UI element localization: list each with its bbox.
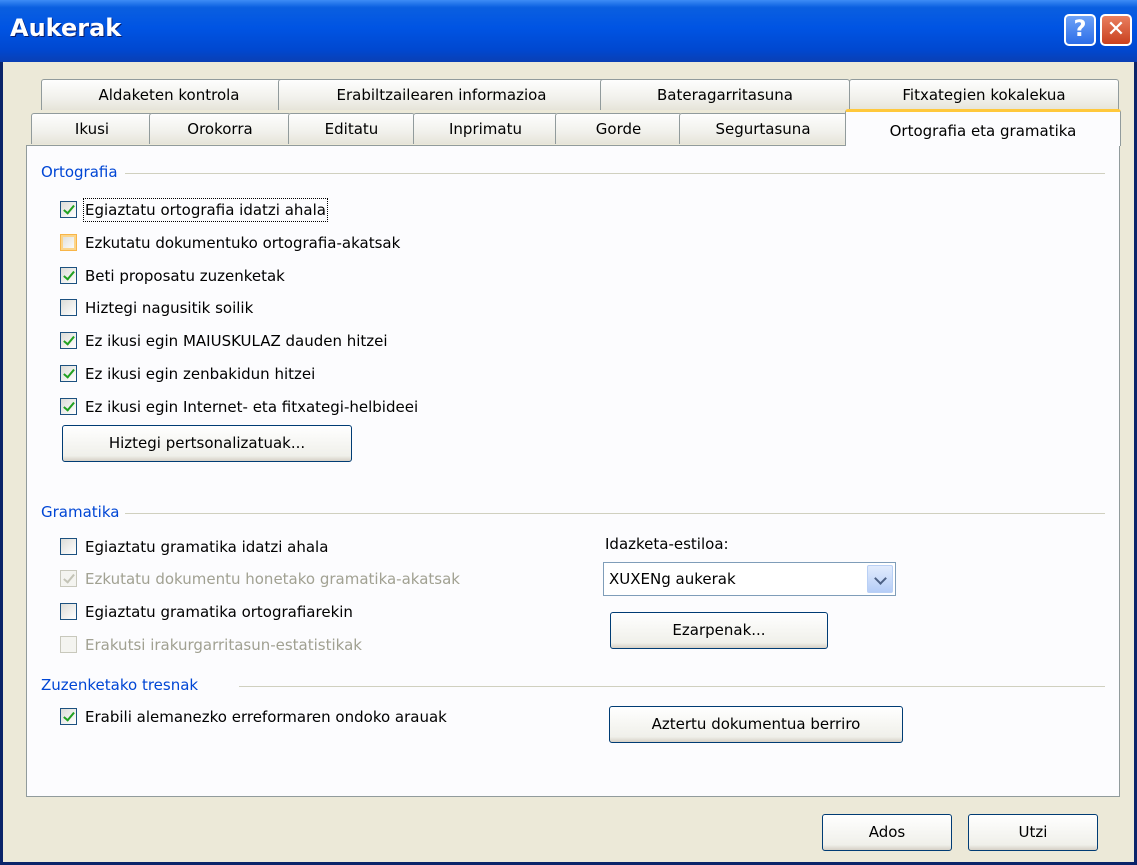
checkbox-box[interactable] (60, 299, 77, 316)
help-button[interactable]: ? (1064, 14, 1096, 46)
recheck-document-button[interactable]: Aztertu dokumentua berriro (609, 706, 903, 743)
tab-segurtasuna[interactable]: Segurtasuna (679, 113, 847, 144)
checkbox-label: Ezkutatu dokumentuko ortografia-akatsak (85, 234, 401, 252)
tab-ikusi[interactable]: Ikusi (31, 113, 153, 144)
custom-dictionaries-button[interactable]: Hiztegi pertsonalizatuak... (62, 425, 352, 462)
checkbox-label: Egiaztatu gramatika ortografiarekin (85, 603, 353, 621)
checkbox-label: Beti proposatu zuzenketak (85, 267, 285, 285)
tab-ortografia-eta-gramatika[interactable]: Ortografia eta gramatika (845, 109, 1121, 146)
checkbox-box[interactable] (60, 538, 77, 555)
section-divider (125, 173, 1105, 174)
checkbox-box[interactable] (60, 234, 77, 251)
tab-editatu[interactable]: Editatu (288, 113, 415, 144)
checkbox-box[interactable] (60, 365, 77, 382)
section-title-gramatika: Gramatika (41, 503, 120, 521)
checkbox-box[interactable] (60, 398, 77, 415)
tab-orokorra[interactable]: Orokorra (149, 113, 291, 144)
tab-inprimatu[interactable]: Inprimatu (413, 113, 558, 144)
checkbox-label: Egiaztatu gramatika idatzi ahala (85, 538, 329, 556)
settings-button[interactable]: Ezarpenak... (610, 612, 828, 649)
tab-row-back: Aldaketen kontrola Erabiltzailearen info… (23, 79, 1123, 110)
tab-erabiltzailearen-informazioa[interactable]: Erabiltzailearen informazioa (278, 79, 605, 110)
checkbox-box (60, 570, 77, 587)
checkbox-box[interactable] (60, 708, 77, 725)
tab-gorde[interactable]: Gorde (555, 113, 682, 144)
section-title-tresnak: Zuzenketako tresnak (41, 676, 199, 694)
checkbox-box[interactable] (60, 267, 77, 284)
checkbox-label: Erakutsi irakurgarritasun-estatistikak (85, 636, 362, 654)
checkbox-label: Ez ikusi egin MAIUSKULAZ dauden hitzei (85, 332, 388, 350)
section-title-ortografia: Ortografia (41, 163, 118, 181)
checkbox-label: Egiaztatu ortografia idatzi ahala (83, 198, 328, 222)
checkbox-label: Hiztegi nagusitik soilik (85, 299, 254, 317)
checkbox-label: Ez ikusi egin Internet- eta fitxategi-he… (85, 398, 419, 416)
checkbox-label: Erabili alemanezko erreformaren ondoko a… (85, 708, 447, 726)
chevron-down-icon[interactable] (867, 565, 893, 593)
ok-button[interactable]: Ados (822, 814, 952, 851)
window-title: Aukerak (10, 14, 122, 42)
tab-row-front: Ikusi Orokorra Editatu Inprimatu Gorde S… (23, 109, 1123, 146)
options-dialog: Aukerak ? ✕ Aldaketen kontrola Erabiltza… (0, 0, 1137, 865)
cancel-button[interactable]: Utzi (968, 814, 1098, 851)
checkbox-box (60, 636, 77, 653)
writing-style-select[interactable]: XUXENg aukerak (603, 562, 896, 596)
tab-bateragarritasuna[interactable]: Bateragarritasuna (600, 79, 850, 110)
checkbox-label: Ezkutatu dokumentu honetako gramatika-ak… (85, 570, 460, 588)
checkbox-label: Ez ikusi egin zenbakidun hitzei (85, 365, 316, 383)
tab-fitxategien-kokalekua[interactable]: Fitxategien kokalekua (849, 79, 1119, 110)
section-divider (125, 513, 1105, 514)
checkbox-box[interactable] (60, 603, 77, 620)
writing-style-value: XUXENg aukerak (609, 570, 736, 588)
checkbox-box[interactable] (60, 201, 77, 218)
writing-style-label: Idazketa-estiloa: (605, 535, 729, 553)
checkbox-box[interactable] (60, 332, 77, 349)
close-button[interactable]: ✕ (1100, 14, 1132, 46)
section-divider (239, 686, 1105, 687)
title-bar[interactable]: Aukerak ? ✕ (0, 0, 1137, 62)
tab-aldaketen-kontrola[interactable]: Aldaketen kontrola (41, 79, 297, 110)
